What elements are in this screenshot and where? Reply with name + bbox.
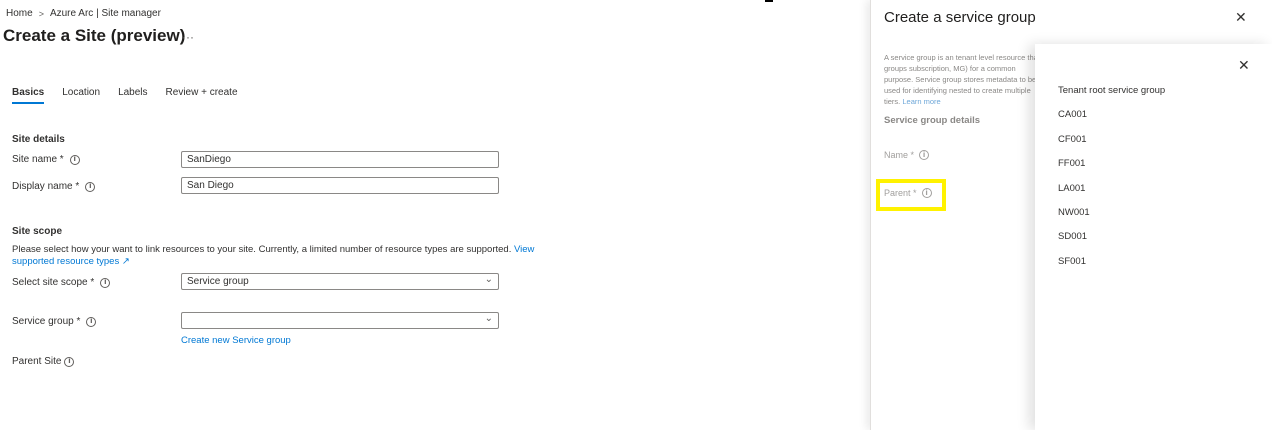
info-icon[interactable]: i <box>100 277 111 288</box>
list-item[interactable]: CA001 <box>1058 109 1165 133</box>
site-name-label: Site name * i <box>12 154 80 165</box>
breadcrumb: Home > Azure Arc | Site manager <box>6 8 161 19</box>
display-name-input[interactable] <box>181 177 499 194</box>
learn-more-link[interactable]: Learn more <box>902 97 940 106</box>
list-item[interactable]: SF001 <box>1058 256 1165 280</box>
create-new-service-group-link[interactable]: Create new Service group <box>181 335 291 346</box>
external-link-icon: ↗ <box>121 256 130 267</box>
panel-description: A service group is an tenant level resou… <box>884 53 1040 106</box>
breadcrumb-current[interactable]: Azure Arc | Site manager <box>50 8 161 19</box>
parent-site-label: Parent Site i <box>12 356 75 367</box>
site-scope-heading: Site scope <box>12 226 63 237</box>
list-item[interactable]: FF001 <box>1058 158 1165 182</box>
service-group-label: Service group * i <box>12 316 97 327</box>
tab-labels[interactable]: Labels <box>118 87 147 104</box>
display-name-label: Display name * i <box>12 181 96 192</box>
close-icon[interactable]: ✕ <box>1235 9 1247 26</box>
list-item[interactable]: Tenant root service group <box>1058 85 1165 109</box>
highlight-box <box>876 179 946 211</box>
info-icon[interactable]: i <box>64 356 75 367</box>
panel-title: Create a service group <box>884 9 1036 26</box>
site-scope-select[interactable]: Service group ⌄ <box>181 273 499 290</box>
select-site-scope-label: Select site scope * i <box>12 277 111 288</box>
create-site-page: Home > Azure Arc | Site manager Create a… <box>0 0 870 430</box>
chevron-right-icon: > <box>38 8 44 19</box>
tab-location[interactable]: Location <box>62 87 100 104</box>
tab-basics[interactable]: Basics <box>12 87 45 104</box>
info-icon[interactable]: i <box>85 181 96 192</box>
list-item[interactable]: NW001 <box>1058 207 1165 231</box>
site-scope-description: Please select how your want to link reso… <box>12 244 535 267</box>
name-label: Name * i <box>884 150 930 160</box>
info-icon[interactable]: i <box>69 154 80 165</box>
tab-bar: Basics Location Labels Review + create <box>12 87 238 104</box>
breadcrumb-home[interactable]: Home <box>6 8 33 19</box>
chevron-down-icon: ⌄ <box>484 274 493 285</box>
service-group-options: Tenant root service group CA001 CF001 FF… <box>1058 85 1165 280</box>
info-icon[interactable]: i <box>86 316 97 327</box>
service-group-select[interactable]: ⌄ <box>181 312 499 329</box>
tab-review-create[interactable]: Review + create <box>166 87 238 104</box>
list-item[interactable]: LA001 <box>1058 183 1165 207</box>
list-item[interactable]: SD001 <box>1058 231 1165 255</box>
site-details-heading: Site details <box>12 134 65 145</box>
chevron-down-icon: ⌄ <box>484 313 493 324</box>
info-icon[interactable]: i <box>919 150 930 160</box>
close-icon[interactable]: ✕ <box>1238 57 1250 74</box>
top-marker <box>765 0 773 2</box>
page-title: Create a Site (preview) <box>3 26 186 45</box>
more-options-icon[interactable]: ··· <box>182 30 194 44</box>
parent-service-group-list: ✕ Tenant root service group CA001 CF001 … <box>1035 44 1272 430</box>
site-name-input[interactable] <box>181 151 499 168</box>
service-group-details-heading: Service group details <box>884 115 981 126</box>
list-item[interactable]: CF001 <box>1058 134 1165 158</box>
